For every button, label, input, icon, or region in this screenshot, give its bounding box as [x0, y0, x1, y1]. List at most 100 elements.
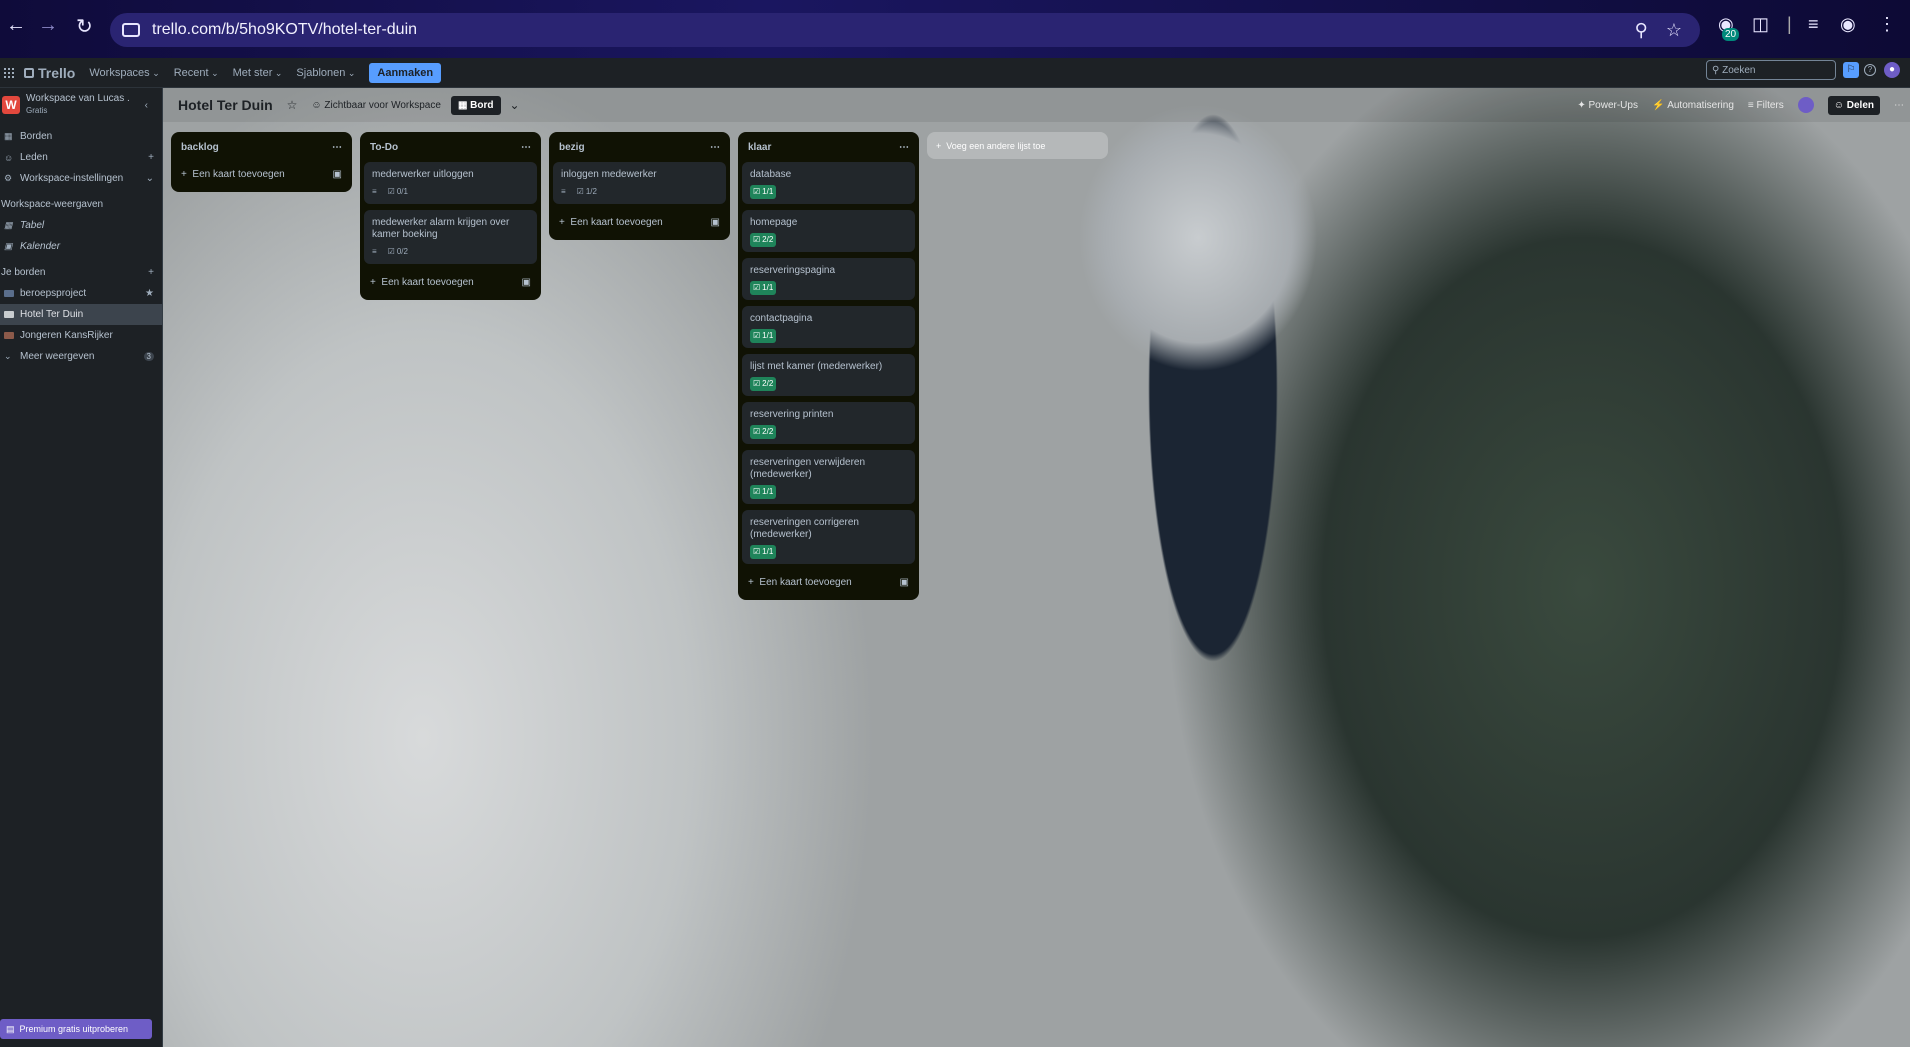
description-icon: ≡: [372, 187, 377, 196]
card[interactable]: database ☑ 1/1: [742, 162, 915, 204]
card[interactable]: mederwerker uitloggen ≡ ☑ 0/1: [364, 162, 537, 204]
list-menu-icon[interactable]: ⋯: [521, 142, 531, 153]
view-switch-chevron-icon[interactable]: ⌄: [510, 98, 520, 112]
sidebar-show-more[interactable]: ⌄ Meer weergeven 3: [0, 346, 162, 367]
create-button[interactable]: Aanmaken: [369, 62, 442, 83]
boards-header-label: Je borden: [1, 267, 46, 278]
board-view-button[interactable]: ▦ Bord: [450, 95, 501, 115]
sidebar-board-hotel-ter-duin[interactable]: Hotel Ter Duin: [0, 304, 162, 325]
trello-logo[interactable]: Trello: [24, 65, 75, 81]
board-menu-icon[interactable]: ⋯: [1894, 100, 1904, 111]
checklist-count: 2/2: [762, 235, 774, 244]
workspace-plan: Gratis: [26, 106, 48, 115]
card[interactable]: contactpagina ☑ 1/1: [742, 306, 915, 348]
reload-icon[interactable]: ↻: [76, 14, 93, 39]
sidebar-item-members[interactable]: ☺ Leden +: [0, 147, 162, 168]
star-icon[interactable]: ★: [145, 288, 154, 299]
sidebar-item-table[interactable]: ▦ Tabel: [0, 215, 162, 236]
app-switcher-icon[interactable]: [4, 67, 14, 78]
member-avatar[interactable]: [1797, 97, 1814, 113]
checklist-badge: ☑ 1/1: [750, 185, 777, 199]
card[interactable]: lijst met kamer (mederwerker) ☑ 2/2: [742, 354, 915, 396]
card-title: medewerker alarm krijgen over kamer boek…: [372, 217, 510, 240]
workspace-avatar: W: [2, 96, 20, 114]
list-menu-icon[interactable]: ⋯: [899, 142, 909, 153]
workspace-name: Workspace van Lucas .: [26, 93, 130, 104]
card[interactable]: inloggen medewerker ≡ ☑ 1/2: [553, 162, 726, 204]
filters-button[interactable]: ≡ Filters: [1748, 100, 1784, 111]
media-icon[interactable]: ≡: [1808, 14, 1819, 35]
list-header[interactable]: bezig ⋯: [553, 132, 726, 162]
automation-button[interactable]: ⚡ Automatisering: [1652, 100, 1734, 111]
add-board-icon[interactable]: +: [148, 267, 154, 278]
list-title: klaar: [748, 141, 772, 153]
card[interactable]: reservering printen ☑ 2/2: [742, 402, 915, 444]
premium-button[interactable]: ▤ Premium gratis uitproberen: [0, 1019, 152, 1039]
list-menu-icon[interactable]: ⋯: [332, 142, 342, 153]
account-avatar[interactable]: ●: [1884, 62, 1900, 78]
star-board-icon[interactable]: ☆: [287, 98, 298, 112]
search-input[interactable]: ⚲ Zoeken: [1706, 60, 1836, 80]
board-icon: ▦: [4, 131, 13, 141]
board-title[interactable]: Hotel Ter Duin: [178, 97, 273, 113]
menu-templates[interactable]: Sjablonen: [296, 67, 355, 79]
card[interactable]: homepage ☑ 2/2: [742, 210, 915, 252]
notifications-icon[interactable]: ⚐: [1843, 62, 1859, 78]
extensions-puzzle-icon[interactable]: ◫: [1752, 14, 1769, 35]
help-icon[interactable]: ?: [1864, 64, 1876, 76]
list-header[interactable]: backlog ⋯: [175, 132, 348, 162]
checkbox-icon: ☑: [753, 283, 761, 292]
template-icon[interactable]: ▣: [522, 277, 531, 288]
card[interactable]: reserveringspagina ☑ 1/1: [742, 258, 915, 300]
sidebar-board-beroepsproject[interactable]: beroepsproject ★: [0, 283, 162, 304]
template-icon[interactable]: ▣: [711, 217, 720, 228]
add-card-button[interactable]: + Een kaart toevoegen ▣: [553, 210, 726, 234]
count-badge: 3: [143, 352, 154, 361]
sidebar-item-label: Jongeren KansRijker: [20, 330, 113, 341]
menu-recent[interactable]: Recent: [174, 67, 219, 79]
forward-icon[interactable]: →: [38, 14, 58, 37]
list-title: bezig: [559, 141, 585, 153]
menu-starred[interactable]: Met ster: [233, 67, 283, 79]
template-icon[interactable]: ▣: [333, 169, 342, 180]
template-icon[interactable]: ▣: [900, 577, 909, 588]
sidebar-item-calendar[interactable]: ▣ Kalender: [0, 236, 162, 257]
url-text: trello.com/b/5ho9KOTV/hotel-ter-duin: [152, 21, 418, 38]
workspace-header[interactable]: W Workspace van Lucas . Gratis ‹: [0, 88, 162, 122]
powerups-button[interactable]: ✦ Power-Ups: [1577, 100, 1638, 111]
checklist-count: 1/1: [762, 547, 774, 556]
list-header[interactable]: klaar ⋯: [742, 132, 915, 162]
browser-menu-icon[interactable]: ⋮: [1878, 14, 1896, 35]
collapse-sidebar-icon[interactable]: ‹: [145, 100, 148, 111]
card[interactable]: medewerker alarm krijgen over kamer boek…: [364, 210, 537, 264]
add-card-button[interactable]: + Een kaart toevoegen ▣: [364, 270, 537, 294]
address-bar[interactable]: trello.com/b/5ho9KOTV/hotel-ter-duin ⚲ ☆: [110, 13, 1700, 47]
menu-workspaces[interactable]: Workspaces: [89, 67, 159, 79]
card-title: reserveringen corrigeren (medewerker): [750, 517, 859, 540]
back-icon[interactable]: ←: [6, 14, 26, 37]
sidebar-item-settings[interactable]: ⚙ Workspace-instellingen ⌄: [0, 168, 162, 189]
plus-icon: +: [748, 576, 760, 588]
checklist-count: 0/2: [396, 247, 408, 256]
add-list-button[interactable]: + Voeg een andere lijst toe: [927, 132, 1108, 159]
add-member-icon[interactable]: +: [148, 152, 154, 163]
sidebar-board-jongeren[interactable]: Jongeren KansRijker: [0, 325, 162, 346]
share-button[interactable]: ☺ Delen: [1827, 95, 1880, 115]
add-card-button[interactable]: + Een kaart toevoegen ▣: [175, 162, 348, 186]
visibility-button[interactable]: ☺ Zichtbaar voor Workspace: [311, 100, 441, 111]
add-card-button[interactable]: + Een kaart toevoegen ▣: [742, 570, 915, 594]
card[interactable]: reserveringen verwijderen (medewerker) ☑ 1…: [742, 450, 915, 504]
list-menu-icon[interactable]: ⋯: [710, 142, 720, 153]
zoom-icon[interactable]: ⚲: [1635, 20, 1648, 41]
list-backlog: backlog ⋯ + Een kaart toevoegen ▣: [171, 132, 352, 192]
search-placeholder: Zoeken: [1722, 64, 1756, 76]
sidebar-item-boards[interactable]: ▦ Borden: [0, 126, 162, 147]
add-card-label: Een kaart toevoegen: [381, 276, 474, 288]
site-settings-icon[interactable]: [122, 23, 140, 37]
chevron-down-icon[interactable]: ⌄: [146, 173, 154, 184]
list-to-do: To-Do ⋯ mederwerker uitloggen ≡ ☑ 0/1 medewerk…: [360, 132, 541, 300]
list-header[interactable]: To-Do ⋯: [364, 132, 537, 162]
bookmark-star-icon[interactable]: ☆: [1666, 20, 1682, 41]
profile-icon[interactable]: ◉: [1840, 14, 1856, 35]
card[interactable]: reserveringen corrigeren (medewerker) ☑ 1/…: [742, 510, 915, 564]
